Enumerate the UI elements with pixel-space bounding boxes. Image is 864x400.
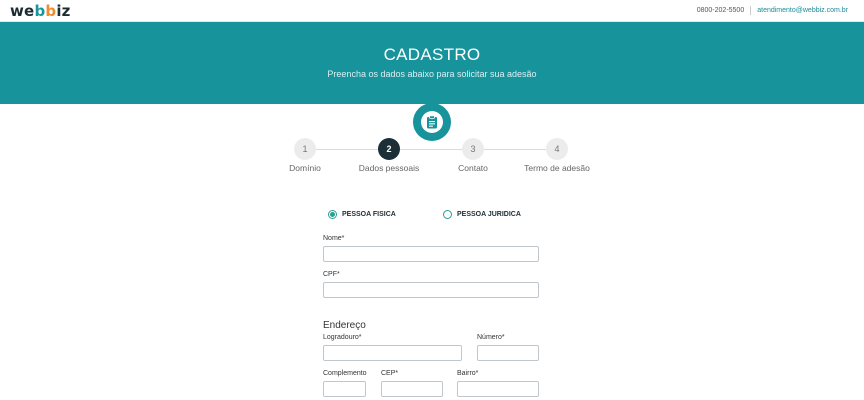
step-termo-de-adesao[interactable]: 4 Termo de adesão — [517, 138, 597, 173]
cep-input[interactable] — [381, 381, 443, 397]
address-section-title: Endereço — [323, 320, 366, 331]
step-label: Domínio — [289, 163, 321, 173]
numero-input[interactable] — [477, 345, 539, 361]
hero-badge — [413, 103, 451, 141]
hero-banner: CADASTRO Preencha os dados abaixo para s… — [0, 22, 864, 141]
step-label: Dados pessoais — [358, 163, 420, 173]
phone-number: 0800-202-5500 — [696, 7, 745, 14]
step-label: Contato — [458, 163, 488, 173]
bairro-input[interactable] — [457, 381, 539, 397]
contact-info: 0800-202-5500 atendimento@webbiz.com.br — [697, 6, 848, 15]
page-title: CADASTRO — [383, 45, 481, 64]
logo-part-1: we — [10, 2, 35, 20]
radio-pessoa-juridica[interactable]: PESSOA JURIDICA — [443, 210, 521, 219]
step-number: 4 — [546, 138, 568, 160]
clipboard-icon — [421, 111, 443, 133]
step-number: 3 — [462, 138, 484, 160]
numero-label: Número* — [477, 334, 505, 341]
cep-label: CEP* — [381, 370, 399, 377]
step-dados-pessoais[interactable]: 2 Dados pessoais — [349, 138, 429, 173]
radio-label: PESSOA FISICA — [342, 211, 396, 218]
cpf-input[interactable] — [323, 282, 539, 298]
nome-label: Nome* — [323, 235, 345, 242]
top-bar: webbiz 0800-202-5500 atendimento@webbiz.… — [0, 0, 864, 22]
complemento-input[interactable] — [323, 381, 366, 397]
registration-stepper: 1 Domínio 2 Dados pessoais 3 Contato 4 T… — [0, 138, 864, 178]
step-number: 1 — [294, 138, 316, 160]
complemento-label: Complemento — [323, 370, 367, 377]
radio-label: PESSOA JURIDICA — [457, 211, 521, 218]
step-contato[interactable]: 3 Contato — [433, 138, 513, 173]
radio-checked-icon[interactable] — [328, 210, 337, 219]
contact-divider — [750, 6, 752, 15]
radio-pessoa-fisica[interactable]: PESSOA FISICA — [328, 210, 396, 219]
logradouro-input[interactable] — [323, 345, 462, 361]
radio-unchecked-icon[interactable] — [443, 210, 452, 219]
logradouro-label: Logradouro* — [323, 334, 362, 341]
logo-part-2: b — [34, 2, 46, 20]
page-subtitle: Preencha os dados abaixo para solicitar … — [327, 69, 537, 79]
email-link[interactable]: atendimento@webbiz.com.br — [757, 7, 848, 14]
logo-part-3: b — [45, 2, 57, 20]
logo-part-4: iz — [56, 2, 71, 20]
nome-input[interactable] — [323, 246, 539, 262]
cpf-label: CPF* — [323, 271, 340, 278]
step-label: Termo de adesão — [524, 163, 590, 173]
webbiz-logo[interactable]: webbiz — [10, 2, 71, 20]
bairro-label: Bairro* — [457, 370, 479, 377]
step-number: 2 — [378, 138, 400, 160]
step-dominio[interactable]: 1 Domínio — [265, 138, 345, 173]
